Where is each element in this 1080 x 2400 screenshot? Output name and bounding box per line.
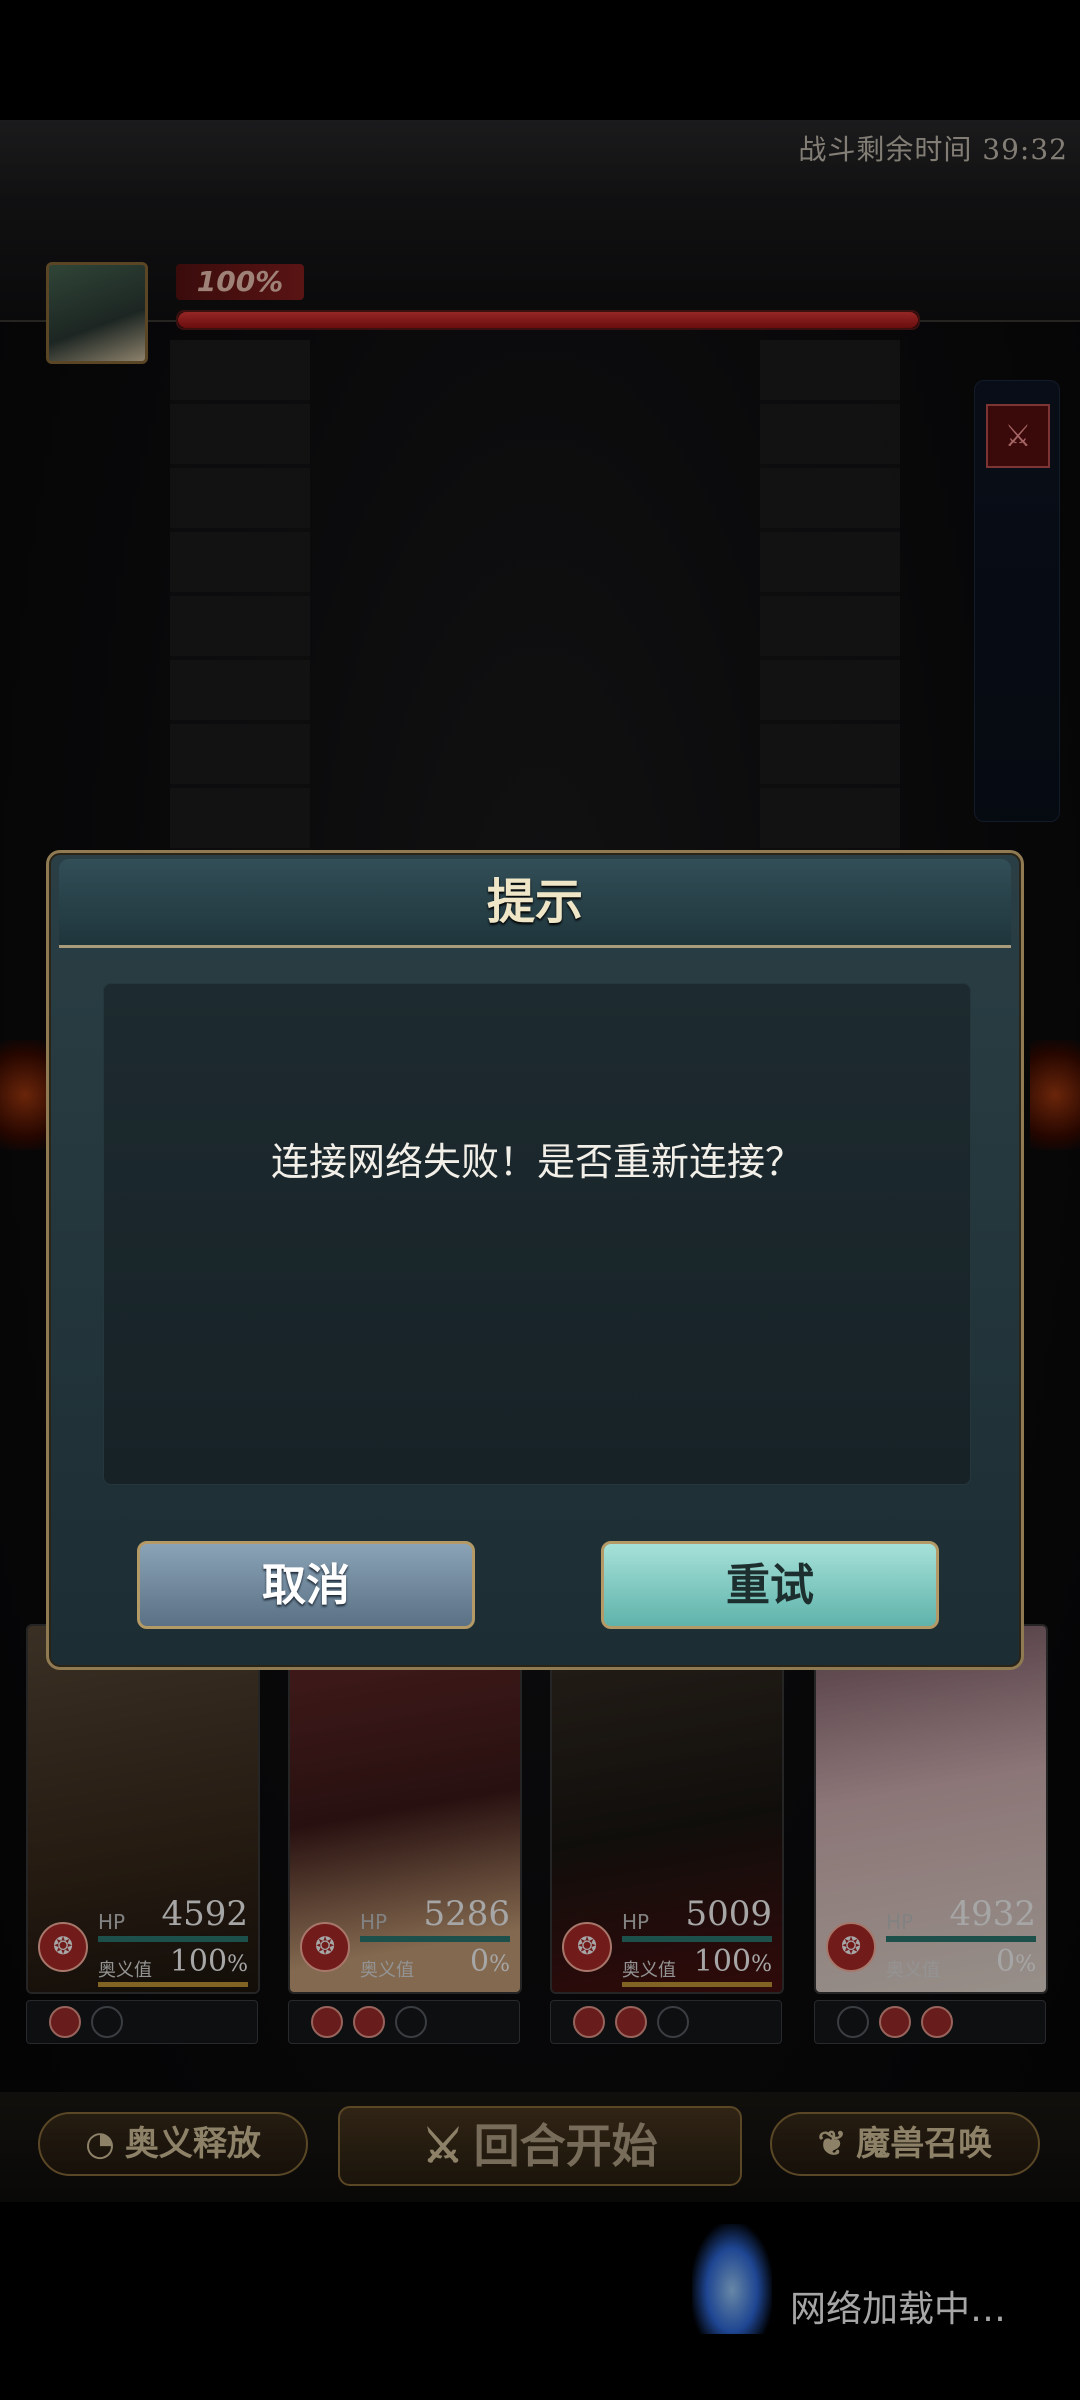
cancel-button[interactable]: 取消 [137,1541,475,1629]
message-box: 连接网络失败！是否重新连接？ [103,983,971,1485]
dialog-message: 连接网络失败！是否重新连接？ [270,1140,803,1184]
dialog-header: 提示 [59,859,1011,948]
retry-button[interactable]: 重试 [601,1541,939,1629]
network-error-dialog: 提示 连接网络失败！是否重新连接？ 取消 重试 [46,850,1024,1670]
dialog-title: 提示 [486,874,583,930]
